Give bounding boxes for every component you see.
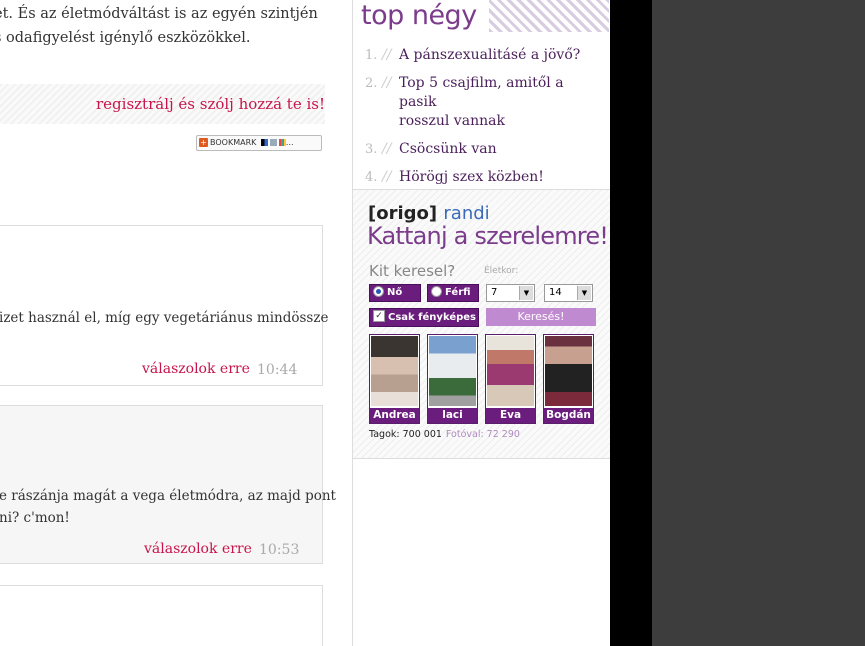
profile-photo	[429, 336, 476, 406]
profile-card[interactable]: Eva	[485, 334, 536, 424]
item-number: 4.	[365, 170, 378, 185]
radio-male-label: Férfi	[445, 287, 471, 298]
dropdown-arrow-icon: ▼	[519, 286, 533, 300]
member-stats: Tagok: 700 001 Fotóval: 72 290	[369, 429, 520, 440]
comment-text: izet használ el, míg egy vegetáriánus mi…	[0, 310, 329, 326]
list-item[interactable]: 4. // Hörögj szex közben!	[365, 168, 605, 187]
radio-female-label: Nő	[387, 287, 403, 298]
search-button[interactable]: Keresés!	[486, 308, 596, 326]
comment-text: e rászánja magát a vega életmódra, az ma…	[0, 488, 336, 504]
item-number: 2.	[365, 76, 378, 91]
comment-box	[0, 585, 323, 646]
checkmark-icon: ✓	[373, 310, 385, 322]
web-page: et. És az életmódváltást is az egyén szi…	[0, 0, 610, 646]
item-title-cont[interactable]: rosszul vannak	[399, 113, 505, 129]
item-separator: //	[382, 141, 392, 157]
radio-female[interactable]: Nő	[369, 284, 421, 302]
black-strip	[610, 0, 652, 646]
profile-photo	[545, 336, 592, 406]
article-line: s odafigyelést igénylő eszközökkel.	[0, 30, 251, 46]
profile-card[interactable]: Bogdán	[543, 334, 594, 424]
age-from-value: 7	[491, 287, 498, 298]
item-number: 3.	[365, 142, 378, 157]
comment-box: izet használ el, míg egy vegetáriánus mi…	[0, 225, 328, 386]
origo-randi-widget: [origo] randi Kattanj a szerelemre! Kit …	[353, 189, 610, 459]
radio-male[interactable]: Férfi	[427, 284, 479, 302]
plus-icon: +	[199, 138, 208, 147]
origo-label: [origo]	[368, 203, 438, 224]
profile-photo	[371, 336, 418, 406]
list-item[interactable]: 3. // Csöcsünk van	[365, 140, 605, 159]
item-title[interactable]: Csöcsünk van	[399, 141, 497, 157]
reply-link[interactable]: válaszolok erre	[144, 541, 252, 557]
profile-name: laci	[428, 408, 477, 423]
comment-time: 10:44	[257, 362, 298, 378]
profile-photo	[487, 336, 534, 406]
dropdown-arrow-icon: ▼	[577, 286, 591, 300]
item-separator: //	[382, 169, 392, 185]
randi-slogan: Kattanj a szerelemre!	[367, 222, 609, 250]
bookmark-button[interactable]: + BOOKMARK ...	[196, 135, 322, 151]
age-from-select[interactable]: 7 ▼	[486, 284, 535, 302]
more-icon: ...	[285, 138, 294, 147]
reply-link[interactable]: válaszolok erre	[142, 361, 250, 377]
comment-text: ni? c'mon!	[0, 510, 70, 526]
search-title: Kit keresel?	[369, 262, 456, 280]
age-label: Életkor:	[484, 266, 519, 276]
register-link[interactable]: regisztrálj és szólj hozzá te is!	[96, 95, 325, 113]
profile-name: Eva	[486, 408, 535, 423]
sidebar: top négy 1. // A pánszexualitásé a jövő?…	[352, 0, 610, 646]
item-separator: //	[382, 75, 392, 91]
delicious-icon	[260, 139, 268, 146]
top-four-title: top négy	[361, 0, 477, 31]
with-photo-count: Fotóval: 72 290	[445, 429, 520, 440]
age-to-select[interactable]: 14 ▼	[544, 284, 593, 302]
list-item[interactable]: 2. // Top 5 csajfilm, amitől a pasik ros…	[365, 74, 605, 131]
profile-card[interactable]: Andrea	[369, 334, 420, 424]
photo-only-label: Csak fényképes	[388, 312, 476, 323]
item-title[interactable]: A pánszexualitásé a jövő?	[399, 47, 580, 63]
article-text: et. És az életmódváltást is az egyén szi…	[0, 2, 318, 50]
photo-only-checkbox[interactable]: ✓ Csak fényképes	[369, 308, 479, 327]
register-bar: regisztrálj és szólj hozzá te is!	[0, 84, 325, 124]
age-to-value: 14	[549, 287, 562, 298]
main-column: et. És az életmódváltást is az egyén szi…	[0, 0, 352, 646]
share-icon	[269, 139, 277, 146]
item-title[interactable]: Top 5 csajfilm, amitől a pasik	[399, 75, 564, 110]
article-line: et. És az életmódváltást is az egyén szi…	[0, 6, 318, 22]
top-four-list: 1. // A pánszexualitásé a jövő? 2. // To…	[365, 46, 605, 196]
radio-checked-icon	[373, 285, 384, 297]
bookmark-label: BOOKMARK	[210, 138, 257, 147]
comment-time: 10:53	[259, 542, 300, 558]
list-item[interactable]: 1. // A pánszexualitásé a jövő?	[365, 46, 605, 65]
item-title[interactable]: Hörögj szex közben!	[399, 169, 544, 185]
item-number: 1.	[365, 48, 378, 63]
origo-randi-logo[interactable]: [origo] randi	[368, 203, 490, 224]
profile-name: Bogdán	[544, 408, 593, 423]
profile-card[interactable]: laci	[427, 334, 478, 424]
profile-name: Andrea	[370, 408, 419, 423]
comment-box: e rászánja magát a vega életmódra, az ma…	[0, 405, 336, 564]
item-separator: //	[382, 47, 392, 63]
windows-icon	[278, 139, 286, 146]
randi-label: randi	[443, 203, 490, 224]
members-count: Tagok: 700 001	[369, 429, 442, 440]
radio-unchecked-icon	[431, 285, 442, 297]
triangle-pattern	[489, 0, 609, 32]
